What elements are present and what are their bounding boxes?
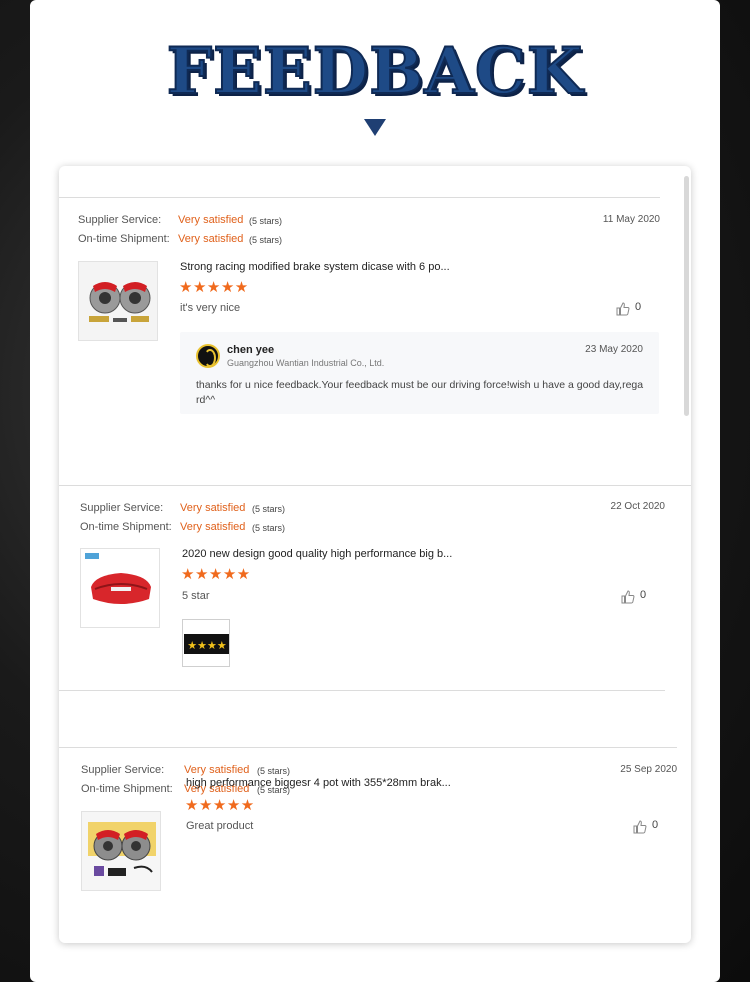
- product-thumbnail[interactable]: [81, 811, 161, 891]
- brake-kit-image: [79, 262, 157, 340]
- like-count: 0: [652, 819, 659, 831]
- product-thumbnail[interactable]: [80, 548, 160, 628]
- feedback-card[interactable]: Supplier Service: Very satisfied (5 star…: [59, 166, 691, 943]
- review-item: Supplier Service: Very satisfied (5 star…: [59, 486, 691, 691]
- review-comment: 5 star: [182, 590, 210, 602]
- like-button[interactable]: 0: [615, 301, 655, 317]
- shipment-value: Very satisfied: [178, 233, 244, 245]
- shipment-label: On-time Shipment:: [80, 521, 172, 533]
- supplier-service-stars: (5 stars): [249, 216, 283, 226]
- supplier-service-stars: (5 stars): [257, 766, 291, 776]
- supplier-service-value: Very satisfied: [180, 502, 246, 514]
- thumbs-up-icon: [633, 820, 647, 834]
- shipment-label: On-time Shipment:: [78, 233, 170, 245]
- thumbs-up-icon: [616, 302, 630, 316]
- seller-avatar: [196, 344, 220, 368]
- reply-text: thanks for u nice feedback.Your feedback…: [196, 379, 644, 406]
- product-title-link[interactable]: 2020 new design good quality high perfor…: [182, 548, 452, 560]
- five-stars-photo: ★★★★: [183, 620, 229, 666]
- seller-reply: chen yee Guangzhou Wantian Industrial Co…: [180, 332, 659, 414]
- like-count: 0: [640, 589, 647, 601]
- review-comment: it's very nice: [180, 302, 241, 314]
- supplier-service-stars: (5 stars): [252, 504, 286, 514]
- review-item: Supplier Service: Very satisfied (5 star…: [59, 166, 691, 486]
- rating-stars: ★★★★★: [181, 566, 251, 583]
- rating-stars: ★★★★★: [185, 797, 255, 814]
- supplier-service-label: Supplier Service:: [78, 214, 162, 226]
- product-thumbnail[interactable]: [78, 261, 158, 341]
- shipment-stars: (5 stars): [249, 235, 283, 245]
- supplier-service-value: Very satisfied: [184, 764, 250, 776]
- supplier-service-label: Supplier Service:: [80, 502, 164, 514]
- review-comment: Great product: [186, 820, 254, 832]
- thumbs-up-icon: [621, 590, 635, 604]
- rating-stars: ★★★★★: [179, 279, 249, 296]
- review-date: 25 Sep 2020: [620, 764, 677, 775]
- review-date: 11 May 2020: [602, 214, 660, 225]
- divider: [59, 690, 665, 691]
- reply-company: Guangzhou Wantian Industrial Co., Ltd.: [227, 358, 385, 368]
- shipment-label: On-time Shipment:: [81, 783, 173, 795]
- review-photo[interactable]: ★★★★: [182, 619, 230, 667]
- shipment-stars: (5 stars): [252, 523, 286, 533]
- page-frame: FEEDBACK Supplier Service: Very satisfie…: [30, 0, 720, 982]
- reply-author: chen yee: [227, 344, 275, 356]
- brake-kit-image: [82, 812, 160, 890]
- reply-date: 23 May 2020: [585, 344, 643, 355]
- caliper-image: [81, 549, 159, 627]
- review-date: 22 Oct 2020: [610, 501, 665, 512]
- like-count: 0: [635, 301, 642, 313]
- like-button[interactable]: 0: [632, 819, 672, 835]
- like-button[interactable]: 0: [620, 589, 660, 605]
- supplier-service-label: Supplier Service:: [81, 764, 165, 776]
- shipment-value: Very satisfied: [180, 521, 246, 533]
- page-title: FEEDBACK: [166, 34, 584, 109]
- product-title-link[interactable]: high performance biggesr 4 pot with 355*…: [186, 777, 451, 789]
- svg-text:★★★★: ★★★★: [187, 639, 227, 652]
- down-arrow-icon: [364, 119, 386, 136]
- supplier-service-value: Very satisfied: [178, 214, 244, 226]
- product-title-link[interactable]: Strong racing modified brake system dica…: [180, 261, 450, 273]
- review-item: Supplier Service: Very satisfied (5 star…: [59, 748, 691, 943]
